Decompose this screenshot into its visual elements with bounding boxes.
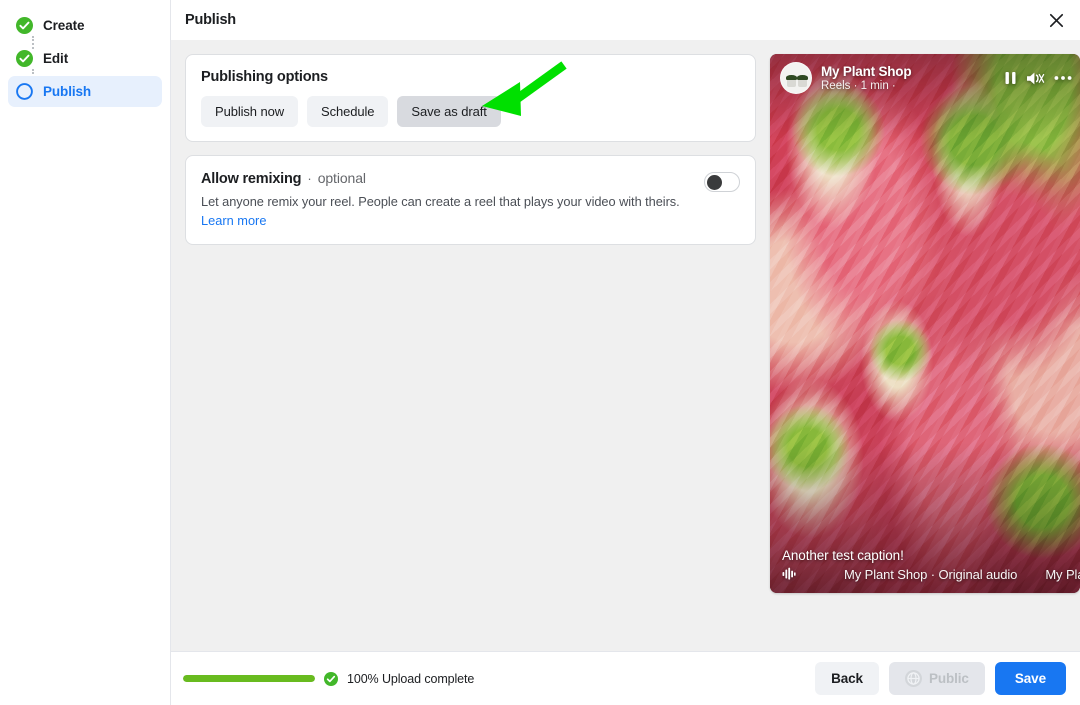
- allow-remixing-toggle[interactable]: [704, 172, 740, 192]
- circle-outline-icon: [16, 83, 33, 100]
- reel-preview-column: My Plant Shop Reels · 1 min · Another te…: [770, 40, 1080, 651]
- preview-caption: Another test caption!: [782, 548, 904, 563]
- dialog-body: Publishing options Publish now Schedule …: [171, 40, 1080, 651]
- preview-footer: Another test caption! My Plant Shop · Or…: [782, 548, 1080, 585]
- sidebar-step-label: Publish: [43, 84, 92, 99]
- preview-controls: [1004, 71, 1072, 86]
- settings-column: Publishing options Publish now Schedule …: [171, 40, 770, 651]
- allow-remixing-title-line: Allow remixing · optional: [201, 170, 680, 187]
- publishing-options-buttons: Publish now Schedule Save as draft: [201, 96, 740, 127]
- preview-header: My Plant Shop Reels · 1 min ·: [780, 62, 1072, 94]
- sidebar-step-create[interactable]: Create: [8, 10, 162, 41]
- title-separator: ·: [307, 171, 312, 186]
- publishing-options-card: Publishing options Publish now Schedule …: [185, 54, 756, 142]
- publish-reel-dialog: Create Edit Publish Publish Publishing o…: [0, 0, 1080, 705]
- learn-more-link[interactable]: Learn more: [201, 213, 266, 228]
- publish-now-button[interactable]: Publish now: [201, 96, 298, 127]
- check-circle-filled-icon: [16, 50, 33, 67]
- dialog-header: Publish: [171, 0, 1080, 40]
- avatar-plant: [797, 75, 808, 80]
- more-options-icon[interactable]: [1054, 75, 1072, 81]
- allow-remixing-header: Allow remixing · optional Let anyone rem…: [201, 170, 740, 230]
- audience-selector-button[interactable]: Public: [888, 662, 985, 695]
- sidebar-step-publish[interactable]: Publish: [8, 76, 162, 107]
- audio-waveform-icon: [782, 567, 796, 585]
- allow-remixing-description: Let anyone remix your reel. People can c…: [201, 194, 680, 209]
- allow-remixing-title: Allow remixing: [201, 171, 302, 187]
- preview-audio-row: My Plant Shop · Original audio My Plant S…: [782, 567, 1080, 585]
- schedule-button[interactable]: Schedule: [307, 96, 389, 127]
- avatar-pot: [787, 79, 796, 87]
- audio-title-marquee: My Plant Shop · Original audio My Plant S…: [802, 567, 1080, 585]
- check-circle-filled-icon: [16, 17, 33, 34]
- save-as-draft-button[interactable]: Save as draft: [397, 96, 501, 127]
- sidebar-step-edit[interactable]: Edit: [8, 43, 162, 74]
- upload-progress-bar: [183, 675, 315, 682]
- publishing-options-title: Publishing options: [201, 69, 328, 85]
- upload-progress-group: 100% Upload complete: [183, 671, 475, 686]
- avatar-pot: [798, 79, 807, 87]
- plant-shop-avatar: [780, 62, 812, 94]
- audience-label: Public: [928, 671, 969, 686]
- globe-icon: [904, 670, 922, 687]
- check-circle-filled-icon: [324, 671, 338, 686]
- video-frame-image: [770, 54, 1080, 593]
- avatar-plant: [786, 75, 797, 80]
- page-title: Publish: [185, 12, 236, 28]
- toggle-knob: [707, 175, 722, 190]
- preview-account-meta: My Plant Shop Reels · 1 min ·: [821, 64, 995, 92]
- dialog-footer: 100% Upload complete Back Public Save: [171, 651, 1080, 705]
- upload-progress-fill: [183, 675, 315, 682]
- save-button[interactable]: Save: [994, 662, 1066, 695]
- preview-subtitle: Reels · 1 min ·: [821, 80, 896, 92]
- reel-video-preview[interactable]: My Plant Shop Reels · 1 min · Another te…: [770, 54, 1080, 593]
- sidebar-step-label: Edit: [43, 51, 69, 66]
- sidebar-step-label: Create: [43, 18, 85, 33]
- preview-account-name: My Plant Shop: [821, 64, 912, 79]
- step-list: Create Edit Publish: [8, 10, 162, 107]
- optional-label: optional: [317, 170, 366, 186]
- pause-icon[interactable]: [1004, 71, 1017, 85]
- dialog-main: Publish Publishing options Publish now S…: [171, 0, 1080, 705]
- close-button[interactable]: [1042, 6, 1070, 34]
- back-button[interactable]: Back: [815, 662, 879, 695]
- close-icon: [1049, 13, 1063, 27]
- audio-title: My Plant Shop · Original audio: [844, 567, 1018, 582]
- allow-remixing-card: Allow remixing · optional Let anyone rem…: [185, 155, 756, 246]
- audio-title-repeat: My Plant Shop · Original audio: [1045, 567, 1080, 582]
- step-sidebar: Create Edit Publish: [0, 0, 171, 705]
- upload-status-text: 100% Upload complete: [347, 671, 475, 686]
- speaker-muted-icon[interactable]: [1026, 71, 1045, 86]
